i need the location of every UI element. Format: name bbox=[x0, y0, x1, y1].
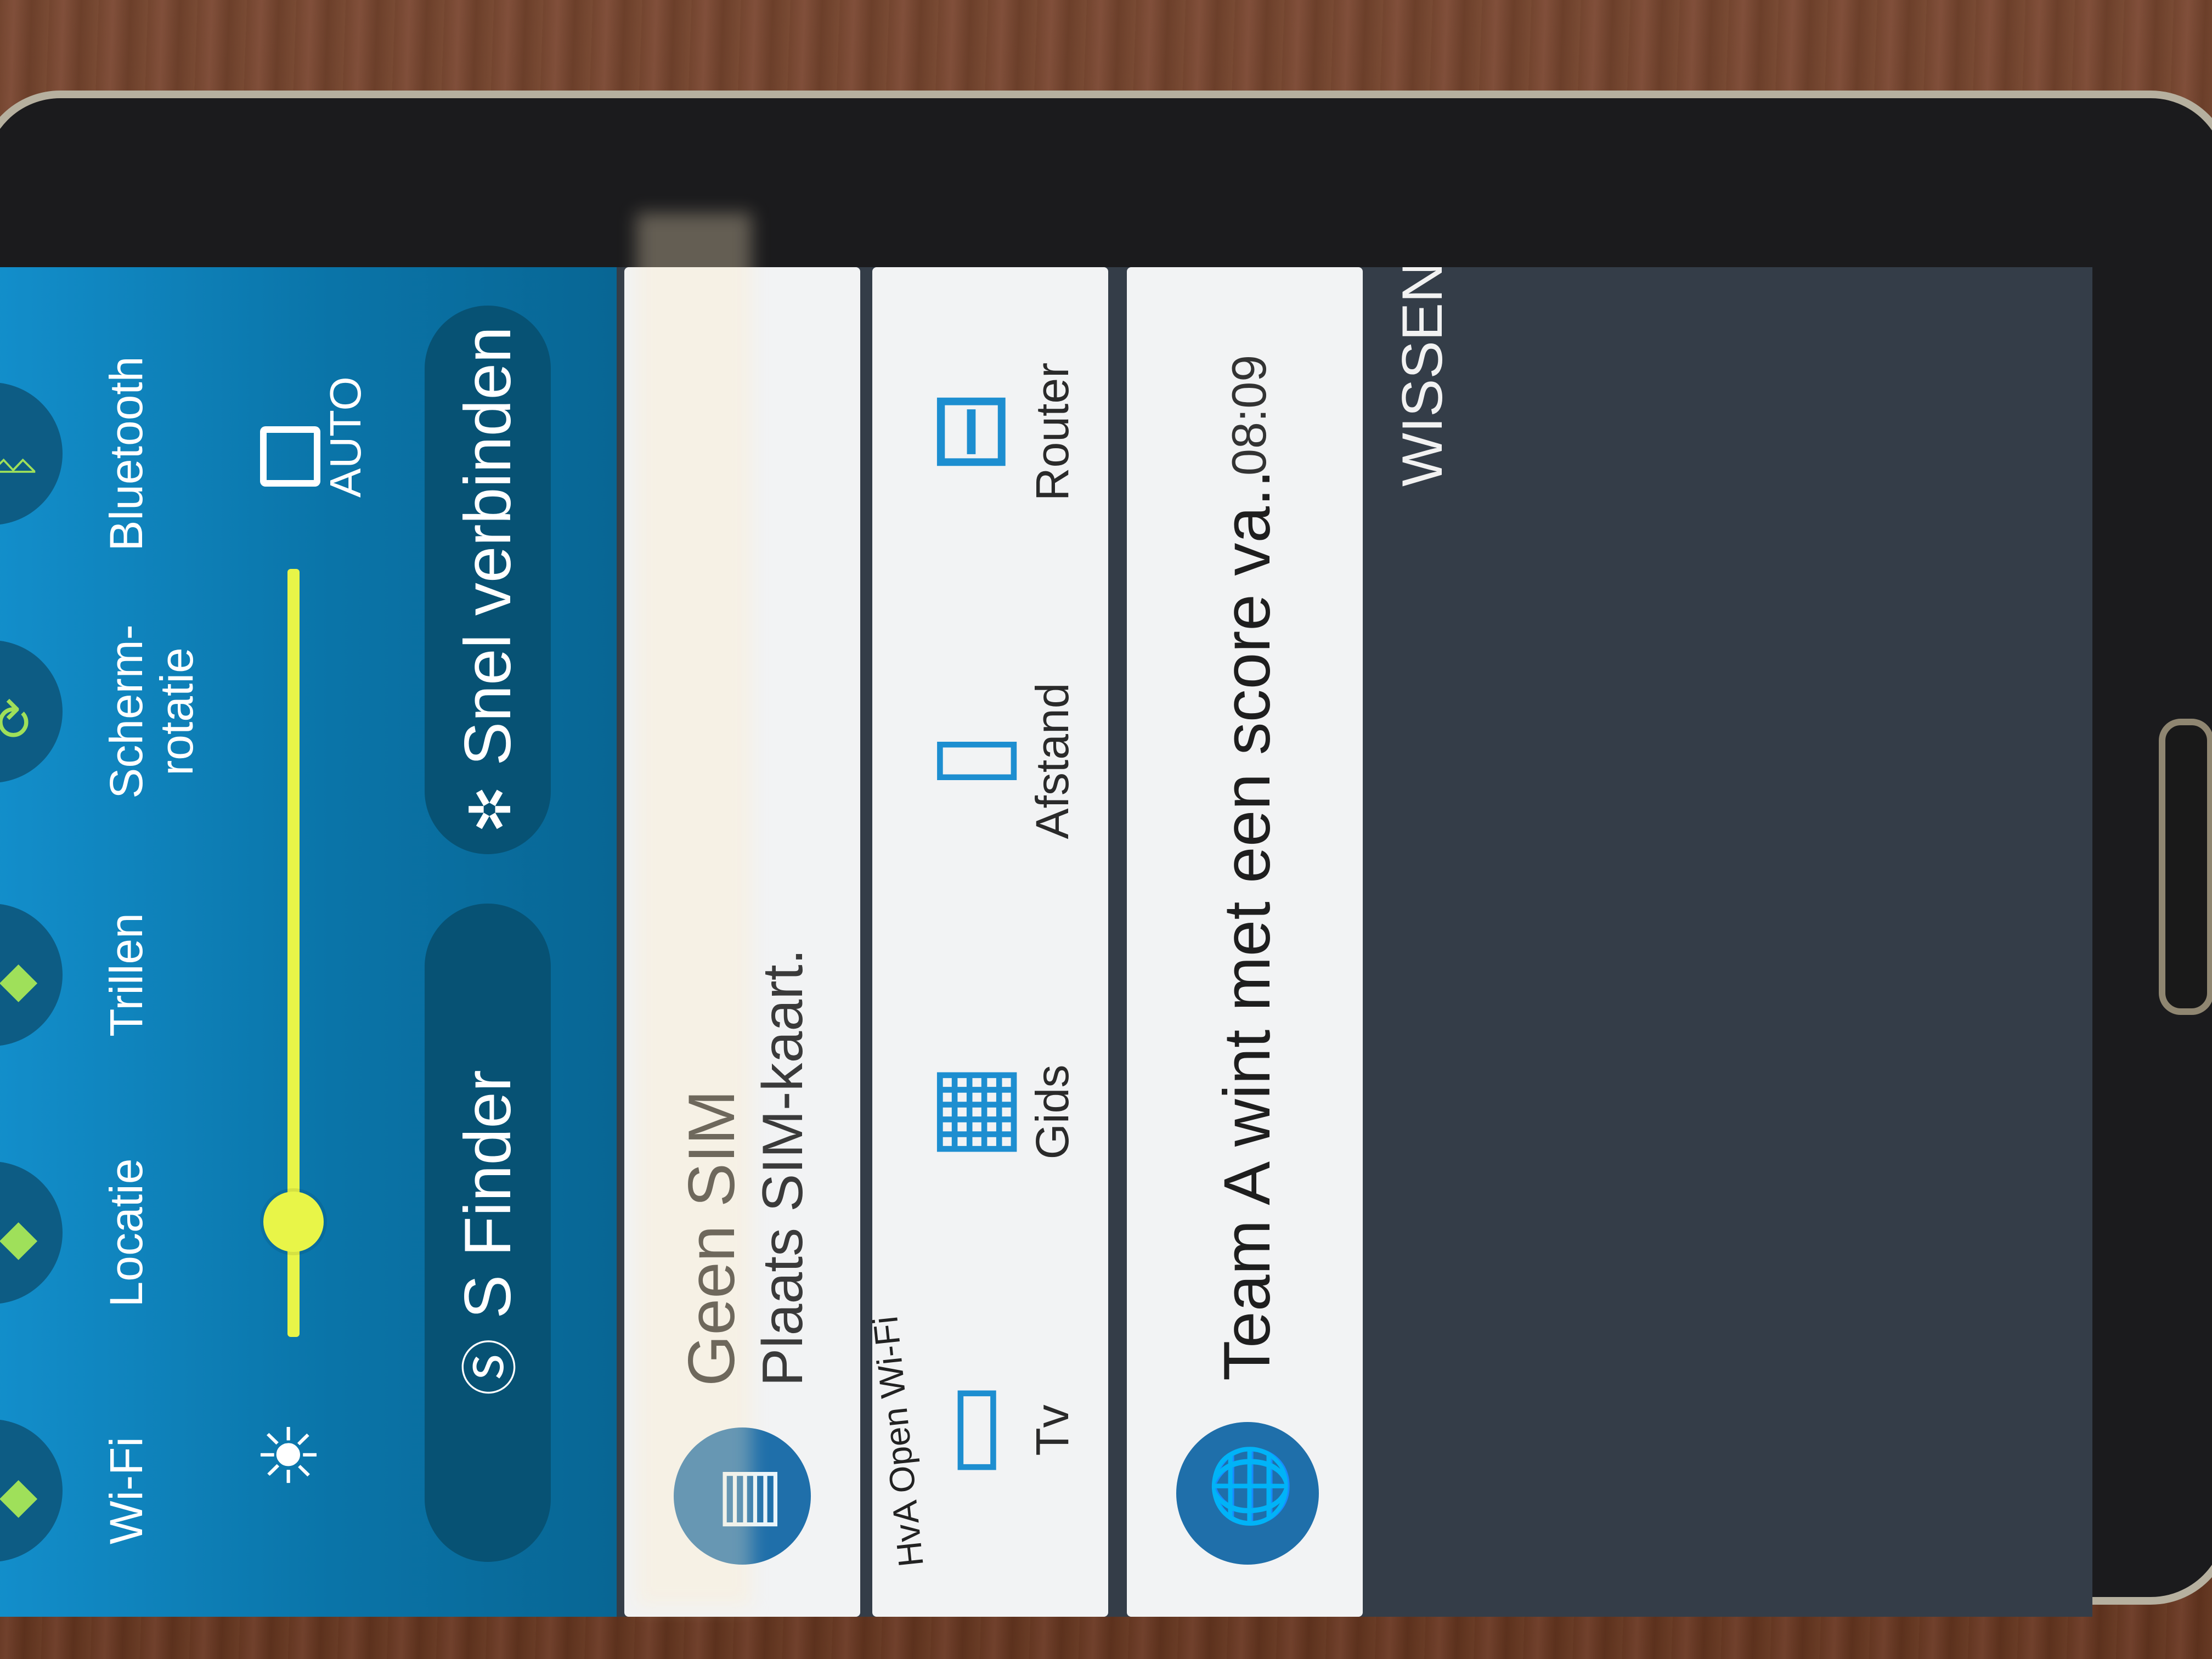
quick-connect-icon: ✲ bbox=[459, 785, 523, 833]
remote-tv-button[interactable]: ▭ Tv bbox=[910, 1310, 1092, 1551]
phone-frame: ◆ Wi-Fi ◆ Locatie ◆ Trillen ⟳ Scherm- ro… bbox=[0, 91, 2212, 1617]
phone-screen: ◆ Wi-Fi ◆ Locatie ◆ Trillen ⟳ Scherm- ro… bbox=[0, 267, 2092, 1617]
screen-rotation-label: Scherm- rotatie bbox=[100, 624, 202, 799]
remote-router-button[interactable]: ⊟ Router bbox=[910, 311, 1092, 552]
bluetooth-icon: ᛒ bbox=[0, 382, 63, 525]
light-glare bbox=[636, 213, 752, 1606]
guide-icon: ▦ bbox=[910, 1063, 1026, 1161]
brightness-slider[interactable] bbox=[263, 569, 324, 1337]
remote-guide-label: Gids bbox=[1026, 1064, 1078, 1160]
brightness-row: ☀ AUTO bbox=[227, 267, 370, 1617]
score-notification-title: Team A wint met een score va.. bbox=[1210, 470, 1284, 1381]
notification-panel: ◆ Wi-Fi ◆ Locatie ◆ Trillen ⟳ Scherm- ro… bbox=[0, 267, 2092, 1617]
remote-control-icon: ▯ bbox=[910, 732, 1026, 790]
brightness-slider-thumb[interactable] bbox=[263, 1192, 324, 1252]
router-icon: ⊟ bbox=[910, 388, 1026, 476]
brightness-sun-icon: ☀ bbox=[247, 1420, 333, 1489]
clear-notifications-button[interactable]: WISSEN bbox=[1390, 267, 1455, 487]
s-finder-icon: Ⓢ bbox=[459, 1338, 523, 1396]
auto-brightness-checkbox[interactable] bbox=[260, 426, 320, 487]
bluetooth-label: Bluetooth bbox=[100, 356, 152, 551]
remote-router-label: Router bbox=[1026, 362, 1078, 501]
sim-notification-subtitle: Plaats SIM-kaart. bbox=[751, 949, 815, 1386]
s-finder-button[interactable]: Ⓢ S Finder bbox=[425, 904, 551, 1562]
score-notification[interactable]: 🌐 Team A wint met een score va.. 08:09 bbox=[1127, 267, 1363, 1617]
location-icon: ◆ bbox=[0, 1161, 63, 1304]
home-button[interactable] bbox=[2159, 719, 2212, 1015]
smart-remote-notification: HvA Open Wi-Fi ▭ Tv ▦ Gids ▯ Afstand ⊟ R… bbox=[865, 267, 1108, 1617]
quick-connect-label: Snel verbinden bbox=[451, 326, 524, 766]
remote-control-label: Afstand bbox=[1026, 682, 1078, 839]
globe-icon: 🌐 bbox=[1176, 1422, 1319, 1565]
score-notification-time: 08:09 bbox=[1222, 354, 1276, 476]
remote-tv-label: Tv bbox=[1026, 1404, 1078, 1456]
remote-guide-button[interactable]: ▦ Gids bbox=[910, 991, 1092, 1233]
quick-connect-button[interactable]: ✲ Snel verbinden bbox=[425, 306, 551, 854]
location-label: Locatie bbox=[100, 1158, 152, 1307]
wifi-icon: ◆ bbox=[0, 1419, 63, 1562]
remote-control-button[interactable]: ▯ Afstand bbox=[910, 640, 1092, 882]
vibrate-icon: ◆ bbox=[0, 904, 63, 1046]
quick-settings-panel: ◆ Wi-Fi ◆ Locatie ◆ Trillen ⟳ Scherm- ro… bbox=[0, 267, 617, 1617]
wifi-label: Wi-Fi bbox=[100, 1437, 152, 1544]
tv-icon: ▭ bbox=[910, 1381, 1026, 1480]
s-finder-label: S Finder bbox=[451, 1070, 524, 1319]
auto-brightness-label: AUTO bbox=[321, 376, 370, 498]
rotate-icon: ⟳ bbox=[0, 640, 63, 783]
vibrate-label: Trillen bbox=[100, 913, 152, 1037]
